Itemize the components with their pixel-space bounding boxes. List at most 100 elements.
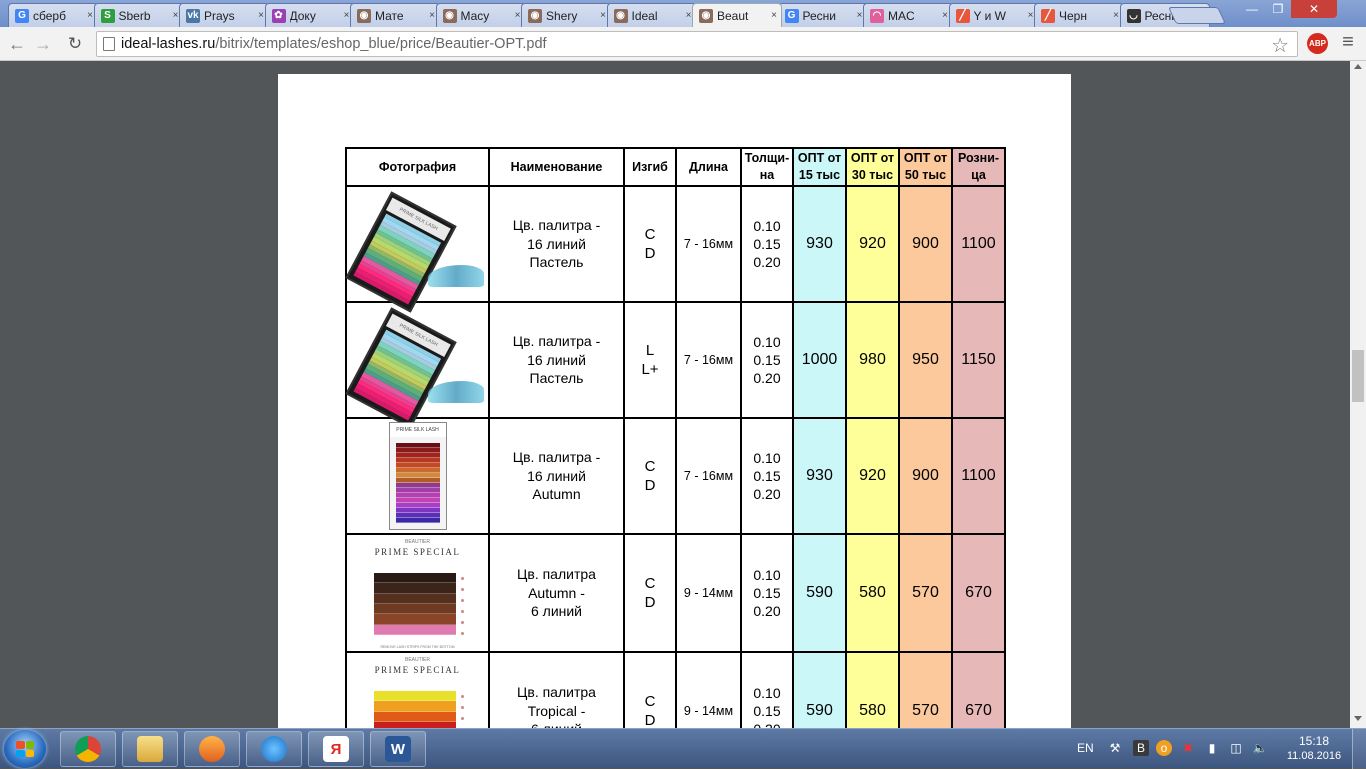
bookmark-star-icon[interactable]: ☆ bbox=[1271, 33, 1289, 58]
bend-line: C bbox=[644, 575, 656, 592]
brand-logo: BEAUTIER bbox=[404, 539, 430, 545]
tab-title: Мате bbox=[375, 8, 404, 23]
header-opt30-line1: ОПТ от bbox=[850, 151, 895, 165]
cell-thickness: 0.10 0.15 0.20 bbox=[740, 533, 794, 653]
tray-flag-icon[interactable]: ✖ bbox=[1180, 740, 1196, 756]
taskbar-app-internet-explorer[interactable] bbox=[246, 731, 302, 767]
cell-name: Цв. палитра -16 линий Пастель bbox=[488, 301, 625, 419]
tab-title: Ideal bbox=[631, 8, 658, 23]
thickness-line: 0.10 bbox=[753, 334, 781, 350]
cell-thickness: 0.10 0.15 0.20 bbox=[740, 651, 794, 728]
scroll-up-arrow-icon[interactable] bbox=[1354, 64, 1362, 69]
cell-photo: PRIME SILK LASH bbox=[344, 301, 490, 429]
header-opt30-line2: 30 тыс bbox=[851, 168, 894, 182]
windows-taskbar: Я W EN ⚒ B o ✖ ▮ ◫ 🔈 15:18 11.08.2016 bbox=[0, 728, 1366, 769]
taskbar-app-chrome[interactable] bbox=[60, 731, 116, 767]
pack-title: PRIME SPECIAL bbox=[374, 665, 461, 675]
cell-opt15: 930 bbox=[792, 185, 847, 303]
cell-photo: BEAUTIER PRIME SPECIAL REMOVE LASH STRIP… bbox=[345, 651, 490, 728]
cell-name: Цв. палитра Autumn - 6 линий bbox=[488, 533, 625, 653]
cell-opt50: 570 bbox=[898, 651, 953, 728]
cell-photo: PRIME SILK LASH bbox=[344, 185, 490, 313]
cell-opt30: 580 bbox=[845, 651, 900, 728]
tray-device-icon[interactable]: ◫ bbox=[1228, 740, 1244, 756]
new-tab-button[interactable] bbox=[1168, 7, 1226, 24]
maximize-button[interactable]: ❐ bbox=[1265, 0, 1291, 18]
bend-line: C bbox=[644, 458, 656, 475]
tray-tools-icon[interactable]: ⚒ bbox=[1107, 740, 1123, 756]
google-icon: G bbox=[15, 8, 29, 23]
tab-7[interactable]: ◉ Shery × bbox=[521, 3, 611, 27]
scroll-down-arrow-icon[interactable] bbox=[1354, 716, 1362, 721]
tab-3[interactable]: vk Prays × bbox=[179, 3, 269, 27]
thickness-line: 0.10 bbox=[753, 450, 781, 466]
header-opt50-line1: ОПТ от bbox=[903, 151, 948, 165]
tab-9[interactable]: ◉ Beaut × bbox=[692, 3, 782, 27]
tab-8[interactable]: ◉ Ideal × bbox=[606, 3, 697, 27]
bend-line: L bbox=[645, 342, 655, 359]
thickness-line: 0.20 bbox=[753, 254, 781, 270]
tab-2[interactable]: S Sberb × bbox=[93, 3, 184, 27]
name-line: Пастель bbox=[529, 370, 584, 387]
taskbar-app-media-player[interactable] bbox=[184, 731, 240, 767]
cell-length: 9 - 14мм bbox=[675, 651, 742, 728]
clock-time[interactable]: 15:18 bbox=[1288, 734, 1340, 748]
cell-opt15: 590 bbox=[792, 533, 847, 653]
lash-icon: ◡ bbox=[1126, 8, 1141, 23]
minimize-button[interactable]: — bbox=[1239, 0, 1265, 18]
clock-date[interactable]: 11.08.2016 bbox=[1281, 750, 1347, 762]
header-length: Длина bbox=[675, 147, 742, 187]
tab-13[interactable]: ╱ Черн × bbox=[1034, 3, 1124, 27]
back-button[interactable]: ← bbox=[6, 33, 28, 55]
network-icon[interactable]: ▮ bbox=[1204, 740, 1220, 756]
forward-button[interactable]: → bbox=[32, 33, 54, 55]
header-opt15-line2: 15 тыс bbox=[798, 168, 841, 182]
tray-b-icon[interactable]: B bbox=[1133, 740, 1149, 756]
scroll-thumb[interactable] bbox=[1352, 350, 1364, 402]
start-button[interactable] bbox=[4, 730, 46, 768]
page-icon bbox=[103, 37, 115, 51]
cell-retail: 670 bbox=[951, 651, 1006, 728]
taskbar-app-word[interactable]: W bbox=[370, 731, 426, 767]
eye-icon: ◉ bbox=[613, 8, 628, 23]
menu-icon[interactable]: ≡ bbox=[1338, 32, 1358, 53]
volume-icon[interactable]: 🔈 bbox=[1252, 740, 1268, 756]
reload-button[interactable]: ↻ bbox=[64, 33, 86, 55]
card-label: PRIME SILK LASH bbox=[389, 423, 446, 437]
tab-12[interactable]: ╱ Y и W × bbox=[948, 3, 1039, 27]
yandex-icon: Я bbox=[323, 736, 349, 762]
adblock-plus-icon[interactable]: ABP bbox=[1307, 33, 1328, 54]
cell-bend: CD bbox=[623, 185, 677, 303]
url-text[interactable]: ideal-lashes.ru/bitrix/templates/eshop_b… bbox=[121, 36, 547, 52]
header-opt30: ОПТ от 30 тыс bbox=[845, 147, 900, 187]
tab-6[interactable]: ◉ Масу × bbox=[435, 3, 526, 27]
show-desktop-button[interactable] bbox=[1352, 729, 1366, 769]
cell-opt15: 930 bbox=[792, 417, 847, 535]
tab-1[interactable]: Gсберб × bbox=[8, 3, 98, 27]
tab-5[interactable]: ◉ Мате × bbox=[350, 3, 440, 27]
tab-10[interactable]: G Ресни × bbox=[777, 3, 868, 27]
taskbar-app-explorer[interactable] bbox=[122, 731, 178, 767]
header-retail-line2: ца bbox=[971, 168, 986, 182]
taskbar-app-yandex[interactable]: Я bbox=[308, 731, 364, 767]
sberbank-icon: S bbox=[100, 8, 115, 23]
cell-bend: L L+ bbox=[623, 301, 677, 419]
lash-stripes bbox=[373, 573, 456, 635]
cell-photo: PRIME SILK LASH bbox=[345, 417, 490, 535]
tab-11[interactable]: ◠ MAC × bbox=[863, 3, 953, 27]
flower-icon: ✿ bbox=[271, 8, 286, 23]
vertical-scrollbar[interactable] bbox=[1350, 61, 1366, 728]
table-row: BEAUTIER PRIME SPECIAL REMOVE LASH STRIP… bbox=[345, 651, 1006, 728]
tab-4[interactable]: ✿ Доку × bbox=[264, 3, 355, 27]
address-bar[interactable]: ideal-lashes.ru/bitrix/templates/eshop_b… bbox=[96, 31, 1298, 57]
language-indicator[interactable]: EN bbox=[1077, 741, 1094, 755]
cell-opt30: 580 bbox=[845, 533, 900, 653]
word-icon: W bbox=[385, 736, 411, 762]
name-line: 6 линий bbox=[530, 603, 583, 620]
cell-length: 7 - 16мм bbox=[675, 185, 742, 303]
tab-close-icon[interactable]: × bbox=[767, 10, 781, 21]
table-row: PRIME SILK LASH Цв. палитра -16 линий Aut… bbox=[345, 417, 1006, 535]
tray-ok-icon[interactable]: o bbox=[1156, 740, 1172, 756]
thickness-line: 0.15 bbox=[753, 468, 781, 484]
close-window-button[interactable]: ✕ bbox=[1291, 0, 1337, 18]
